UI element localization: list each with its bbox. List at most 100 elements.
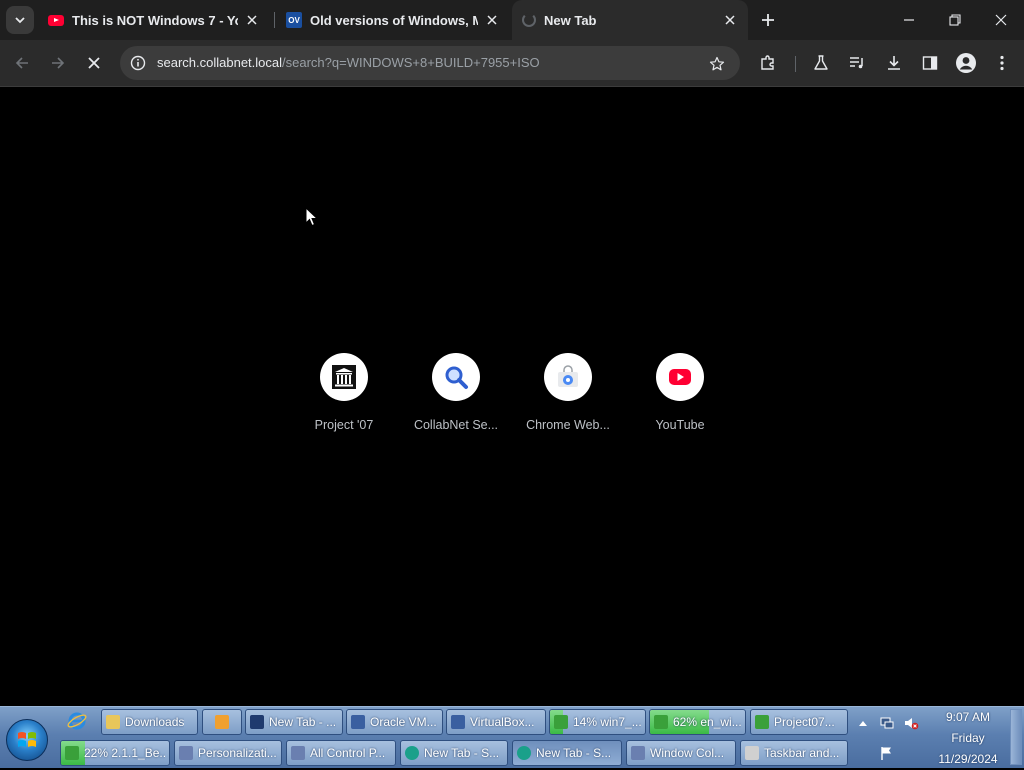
control-panel-icon — [631, 746, 645, 760]
shortcut-label: YouTube — [655, 418, 705, 432]
taskbar-button-virtualbox[interactable]: VirtualBox... — [446, 709, 546, 735]
search-icon — [445, 366, 468, 389]
taskbar-button-label: Project07... — [774, 715, 835, 729]
taskbar-button-label: New Tab - S... — [424, 746, 500, 760]
shortcut-label: Project '07 — [314, 418, 374, 432]
extensions-button[interactable] — [753, 48, 783, 78]
new-tab-button[interactable] — [756, 8, 780, 32]
network-tray-icon[interactable] — [877, 713, 897, 733]
download-manager-icon — [65, 746, 79, 760]
forward-button[interactable] — [43, 48, 73, 78]
browser-icon — [250, 715, 264, 729]
minimize-icon — [904, 19, 914, 21]
taskbar-button-label: New Tab - S... — [536, 746, 612, 760]
quicklaunch-ie[interactable] — [66, 710, 88, 732]
taskbar-button-all-control-panel[interactable]: All Control P... — [286, 740, 396, 766]
url-host: search.collabnet.local — [157, 55, 283, 70]
youtube-favicon-icon — [48, 14, 64, 26]
taskbar-button-media-player[interactable] — [202, 709, 242, 735]
profile-button[interactable] — [951, 48, 981, 78]
virtualbox-icon — [451, 715, 465, 729]
taskbar-button-label: 14% win7_... — [573, 715, 641, 729]
taskbar-button-label: New Tab - ... — [269, 715, 337, 729]
tab-close-button[interactable] — [244, 12, 260, 28]
side-panel-button[interactable] — [915, 48, 945, 78]
avatar-icon — [956, 53, 976, 73]
download-manager-icon — [554, 715, 568, 729]
shortcut-project-07[interactable]: Project '07 — [294, 353, 394, 432]
taskbar-button-label: All Control P... — [310, 746, 386, 760]
site-info-button[interactable] — [128, 53, 148, 73]
taskbar-button-new-tab-s-1[interactable]: New Tab - S... — [400, 740, 508, 766]
tab-title: New Tab — [544, 12, 597, 28]
tab-close-button[interactable] — [484, 12, 500, 28]
taskbar-button-download-14[interactable]: 14% win7_... — [549, 709, 646, 735]
tab-strip: This is NOT Windows 7 - YouTube OV Old v… — [0, 0, 1024, 40]
loading-icon — [522, 13, 536, 27]
system-clock[interactable]: 9:07 AM Friday 11/29/2024 — [930, 707, 1006, 770]
address-bar[interactable]: search.collabnet.local/search?q=WINDOWS+… — [120, 46, 740, 80]
taskbar-button-downloads[interactable]: Downloads — [101, 709, 198, 735]
chrome-web-store-icon — [558, 365, 578, 387]
shortcut-label: CollabNet Se... — [413, 418, 499, 432]
restore-button[interactable] — [932, 0, 978, 40]
volume-tray-icon[interactable] — [901, 713, 921, 733]
plus-icon — [762, 14, 774, 26]
taskbar-button-label: 22% 2.1.1_Be... — [84, 746, 165, 760]
shortcut-icon-circle — [544, 353, 592, 401]
side-panel-icon — [922, 56, 938, 70]
tab-youtube[interactable]: This is NOT Windows 7 - YouTube — [38, 0, 270, 40]
downloads-button[interactable] — [879, 48, 909, 78]
shortcut-youtube[interactable]: YouTube — [630, 353, 730, 432]
url-text[interactable]: search.collabnet.local/search?q=WINDOWS+… — [157, 55, 540, 70]
shortcut-collabnet-search[interactable]: CollabNet Se... — [406, 353, 506, 432]
tab-old-versions[interactable]: OV Old versions of Windows, Mac — [276, 0, 510, 40]
action-center-tray-icon[interactable] — [877, 743, 897, 763]
folder-icon — [106, 715, 120, 729]
shortcut-chrome-web-store[interactable]: Chrome Web... — [518, 353, 618, 432]
download-manager-icon — [755, 715, 769, 729]
taskbar-button-taskbar-properties[interactable]: Taskbar and... — [740, 740, 848, 766]
new-tab-page: Project '07 CollabNet Se... Chrome Web..… — [0, 87, 1024, 706]
close-icon — [247, 15, 257, 25]
taskbar-button-personalization[interactable]: Personalizati... — [174, 740, 282, 766]
info-icon — [130, 55, 146, 71]
taskbar-button-download-22[interactable]: 22% 2.1.1_Be... — [60, 740, 170, 766]
browser-icon — [405, 746, 419, 760]
more-vertical-icon — [1000, 55, 1004, 71]
taskbar-button-download-62[interactable]: 62% en_wi... — [649, 709, 746, 735]
taskbar-button-oracle-vm[interactable]: Oracle VM... — [346, 709, 443, 735]
flag-icon — [881, 747, 891, 760]
show-desktop-button[interactable] — [1010, 709, 1022, 765]
taskbar-button-new-tab-s-2[interactable]: New Tab - S... — [512, 740, 622, 766]
stop-loading-button[interactable] — [79, 48, 109, 78]
shortcut-icon-circle — [320, 353, 368, 401]
url-path: /search?q=WINDOWS+8+BUILD+7955+ISO — [282, 55, 540, 70]
virtualbox-icon — [351, 715, 365, 729]
taskbar-button-new-tab[interactable]: New Tab - ... — [245, 709, 343, 735]
taskbar-button-project07[interactable]: Project07... — [750, 709, 848, 735]
browser-menu-button[interactable] — [987, 48, 1017, 78]
start-button[interactable] — [6, 719, 48, 761]
museum-icon — [332, 365, 356, 389]
star-icon — [709, 56, 725, 71]
internet-explorer-icon — [67, 712, 87, 730]
close-window-button[interactable] — [978, 0, 1024, 40]
close-icon — [88, 57, 100, 69]
taskbar-button-label: Oracle VM... — [370, 715, 437, 729]
labs-button[interactable] — [806, 48, 836, 78]
back-button[interactable] — [7, 48, 37, 78]
close-icon — [995, 14, 1007, 26]
media-control-button[interactable] — [842, 48, 872, 78]
show-hidden-icons-button[interactable] — [853, 713, 873, 733]
taskbar-button-label: Taskbar and... — [764, 746, 840, 760]
browser-toolbar: search.collabnet.local/search?q=WINDOWS+… — [0, 40, 1024, 87]
tab-search-button[interactable] — [6, 6, 34, 34]
taskbar-button-label: Window Col... — [650, 746, 725, 760]
tab-close-button[interactable] — [722, 12, 738, 28]
bookmark-button[interactable] — [706, 53, 728, 75]
tab-new-tab[interactable]: New Tab — [512, 0, 748, 40]
taskbar-button-window-color[interactable]: Window Col... — [626, 740, 736, 766]
minimize-button[interactable] — [886, 0, 932, 40]
media-queue-icon — [850, 57, 863, 69]
